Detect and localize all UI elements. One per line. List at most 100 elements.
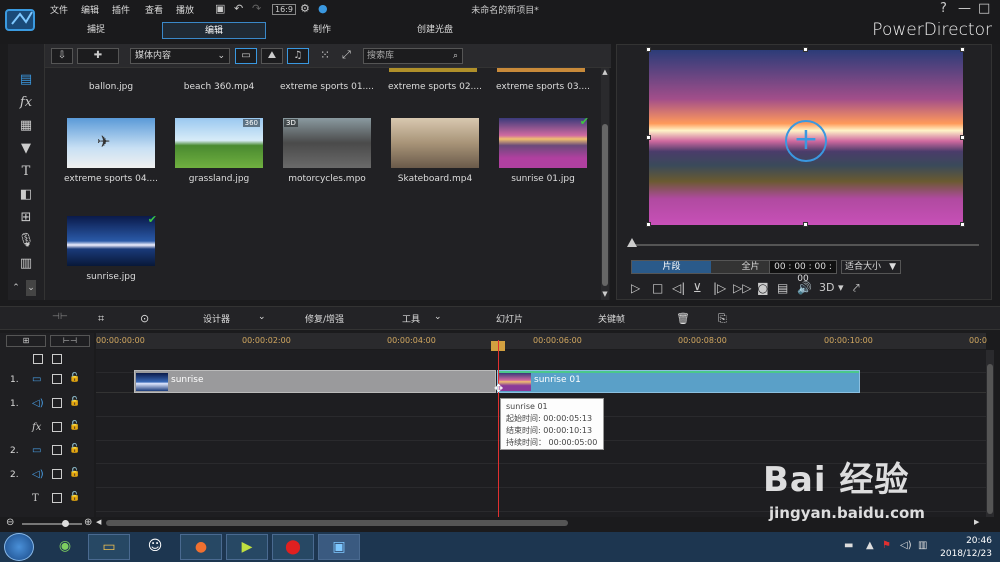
particle-room-icon[interactable]: ▼ bbox=[17, 141, 35, 157]
scrollbar-thumb[interactable] bbox=[602, 124, 608, 286]
media-item[interactable]: ✔ sunrise 01.jpg bbox=[497, 115, 589, 208]
media-item[interactable]: ✔ sunrise.jpg bbox=[65, 213, 157, 306]
menu-edit[interactable]: 编辑 bbox=[81, 3, 99, 16]
lock-icon[interactable]: 🔓 bbox=[69, 421, 80, 431]
tray-device-icon[interactable]: ▬ bbox=[844, 540, 853, 551]
360-browser-icon[interactable]: ◉ bbox=[44, 534, 86, 560]
title-room-icon[interactable]: T bbox=[17, 164, 35, 180]
slideshow-button[interactable]: 幻灯片 bbox=[496, 312, 523, 325]
fx-room-icon[interactable]: fx bbox=[17, 95, 35, 111]
fix-enhance-button[interactable]: 修复/增强 bbox=[305, 312, 344, 325]
pip-room-icon[interactable]: ▦ bbox=[17, 118, 35, 134]
menu-file[interactable]: 文件 bbox=[50, 3, 68, 16]
track-enable-checkbox[interactable] bbox=[52, 445, 62, 455]
crop-icon[interactable]: ⌗ bbox=[98, 312, 104, 326]
media-room-icon[interactable]: ▤ bbox=[17, 72, 35, 88]
progress-slider-handle[interactable] bbox=[627, 238, 637, 247]
zoom-in-icon[interactable]: ⊕ bbox=[84, 517, 92, 528]
fast-forward-icon[interactable]: ▷▷ bbox=[733, 281, 751, 295]
image-filter-icon[interactable]: ⛰ bbox=[261, 48, 283, 64]
save-icon[interactable]: ▣ bbox=[215, 2, 225, 15]
volume-icon[interactable]: 🔊 bbox=[797, 281, 812, 295]
resize-handle[interactable] bbox=[960, 222, 965, 227]
tools-chevron-icon[interactable]: ⌄ bbox=[434, 312, 442, 322]
tray-security-icon[interactable]: ⚑ bbox=[882, 540, 891, 551]
split-clip-icon[interactable]: ⊣⊢ bbox=[52, 312, 68, 322]
resize-handle[interactable] bbox=[646, 222, 651, 227]
library-scrollbar[interactable]: ▲ ▼ bbox=[601, 68, 609, 300]
tools-button[interactable]: 工具 bbox=[402, 312, 420, 325]
designer-chevron-icon[interactable]: ⌄ bbox=[258, 312, 266, 322]
next-frame-icon[interactable]: |▷ bbox=[713, 281, 726, 295]
timeline-vertical-scrollbar[interactable] bbox=[986, 350, 994, 517]
maximize-button[interactable]: □ bbox=[978, 1, 990, 16]
track-enable-checkbox[interactable] bbox=[52, 354, 62, 364]
resize-handle[interactable] bbox=[960, 47, 965, 52]
tray-network-icon[interactable]: ▥ bbox=[918, 540, 927, 551]
track-visibility-checkbox[interactable] bbox=[33, 354, 43, 364]
split-icon[interactable]: ⊻ bbox=[693, 281, 702, 295]
audio-filter-icon[interactable]: ♫ bbox=[287, 48, 309, 64]
clip-mode-button[interactable]: 片段 bbox=[632, 261, 711, 273]
search-icon[interactable]: ⌕ bbox=[453, 49, 458, 63]
zoom-slider-handle[interactable] bbox=[62, 520, 69, 527]
preview-image[interactable]: + bbox=[646, 47, 965, 227]
lock-icon[interactable]: 🔓 bbox=[69, 492, 80, 502]
powerdirector-taskbar-icon[interactable]: ▣ bbox=[318, 534, 360, 560]
previous-frame-icon[interactable]: ◁| bbox=[672, 281, 685, 295]
chapter-room-icon[interactable]: ▥ bbox=[17, 256, 35, 272]
scroll-down-arrow[interactable]: ▼ bbox=[601, 290, 609, 298]
system-clock[interactable]: 20:46 2018/12/23 bbox=[940, 535, 992, 561]
snapshot-icon[interactable]: ◙ bbox=[757, 281, 769, 295]
tab-create-disc[interactable]: 创建光盘 bbox=[390, 22, 480, 39]
menu-plugins[interactable]: 插件 bbox=[112, 3, 130, 16]
firefox-icon[interactable]: ● bbox=[180, 534, 222, 560]
track-enable-checkbox[interactable] bbox=[52, 469, 62, 479]
scroll-left-arrow[interactable]: ◀ bbox=[96, 518, 101, 526]
timeline-ruler[interactable]: 00:00:00:00 00:00:02:00 00:00:04:00 00:0… bbox=[96, 333, 987, 349]
3d-mode-button[interactable]: 3D ▾ bbox=[819, 281, 844, 294]
zoom-out-icon[interactable]: ⊖ bbox=[6, 517, 14, 528]
scroll-up-arrow[interactable]: ▲ bbox=[601, 68, 609, 76]
track-enable-checkbox[interactable] bbox=[52, 493, 62, 503]
grid-view-icon[interactable]: ⁙ bbox=[320, 48, 330, 62]
redo-icon[interactable]: ↷ bbox=[252, 2, 261, 15]
scroll-down-icon[interactable]: ⌄ bbox=[26, 280, 36, 296]
library-search-input[interactable]: 搜索库 ⌕ bbox=[363, 48, 463, 64]
audio-mix-room-icon[interactable]: ⊞ bbox=[17, 210, 35, 226]
undo-icon[interactable]: ↶ bbox=[234, 2, 243, 15]
video-filter-icon[interactable]: ▭ bbox=[235, 48, 257, 64]
track-enable-checkbox[interactable] bbox=[52, 398, 62, 408]
preview-progress-bar[interactable] bbox=[635, 244, 979, 246]
voice-over-icon[interactable]: 🎙 bbox=[17, 233, 35, 249]
settings-gear-icon[interactable]: ⚙ bbox=[300, 2, 310, 15]
zoom-slider[interactable] bbox=[22, 523, 82, 525]
qq-icon[interactable]: ☺ bbox=[134, 534, 176, 560]
resize-handle[interactable] bbox=[803, 222, 808, 227]
lock-icon[interactable]: 🔓 bbox=[69, 397, 80, 407]
play-icon[interactable]: ▷ bbox=[631, 281, 640, 295]
timecode-display[interactable]: 00 : 00 : 00 : 00 bbox=[769, 260, 837, 284]
scroll-up-icon[interactable]: ⌃ bbox=[11, 280, 21, 296]
designer-button[interactable]: 设计器 bbox=[203, 312, 230, 325]
fullscreen-library-icon[interactable]: ⤢ bbox=[342, 48, 351, 62]
export-icon[interactable]: ⎘ bbox=[718, 312, 727, 326]
track-manager-icon[interactable]: ⊞ bbox=[6, 335, 46, 347]
menu-play[interactable]: 播放 bbox=[176, 3, 194, 16]
keyframe-button[interactable]: 关键帧 bbox=[598, 312, 625, 325]
fit-timeline-icon[interactable]: ⊢⊣ bbox=[50, 335, 90, 347]
timeline-clip[interactable]: sunrise bbox=[134, 370, 496, 393]
more-features-icon[interactable]: ⊙ bbox=[140, 312, 149, 325]
stop-icon[interactable]: □ bbox=[652, 281, 663, 295]
timeline-horizontal-scrollbar[interactable] bbox=[106, 520, 568, 526]
recorder-icon[interactable]: ⬤ bbox=[272, 534, 314, 560]
notification-icon[interactable]: ● bbox=[318, 2, 328, 15]
fit-size-dropdown[interactable]: 适合大小 ▼ bbox=[841, 260, 901, 274]
minimize-button[interactable]: — bbox=[958, 1, 971, 16]
media-item[interactable]: Skateboard.mp4 bbox=[389, 118, 481, 208]
plugins-icon[interactable]: ✚ bbox=[77, 48, 119, 64]
lock-icon[interactable]: 🔓 bbox=[69, 468, 80, 478]
playhead-line[interactable] bbox=[498, 340, 499, 517]
tray-volume-icon[interactable]: ◁) bbox=[900, 540, 912, 551]
aspect-ratio-icon[interactable]: 16:9 bbox=[272, 4, 296, 15]
